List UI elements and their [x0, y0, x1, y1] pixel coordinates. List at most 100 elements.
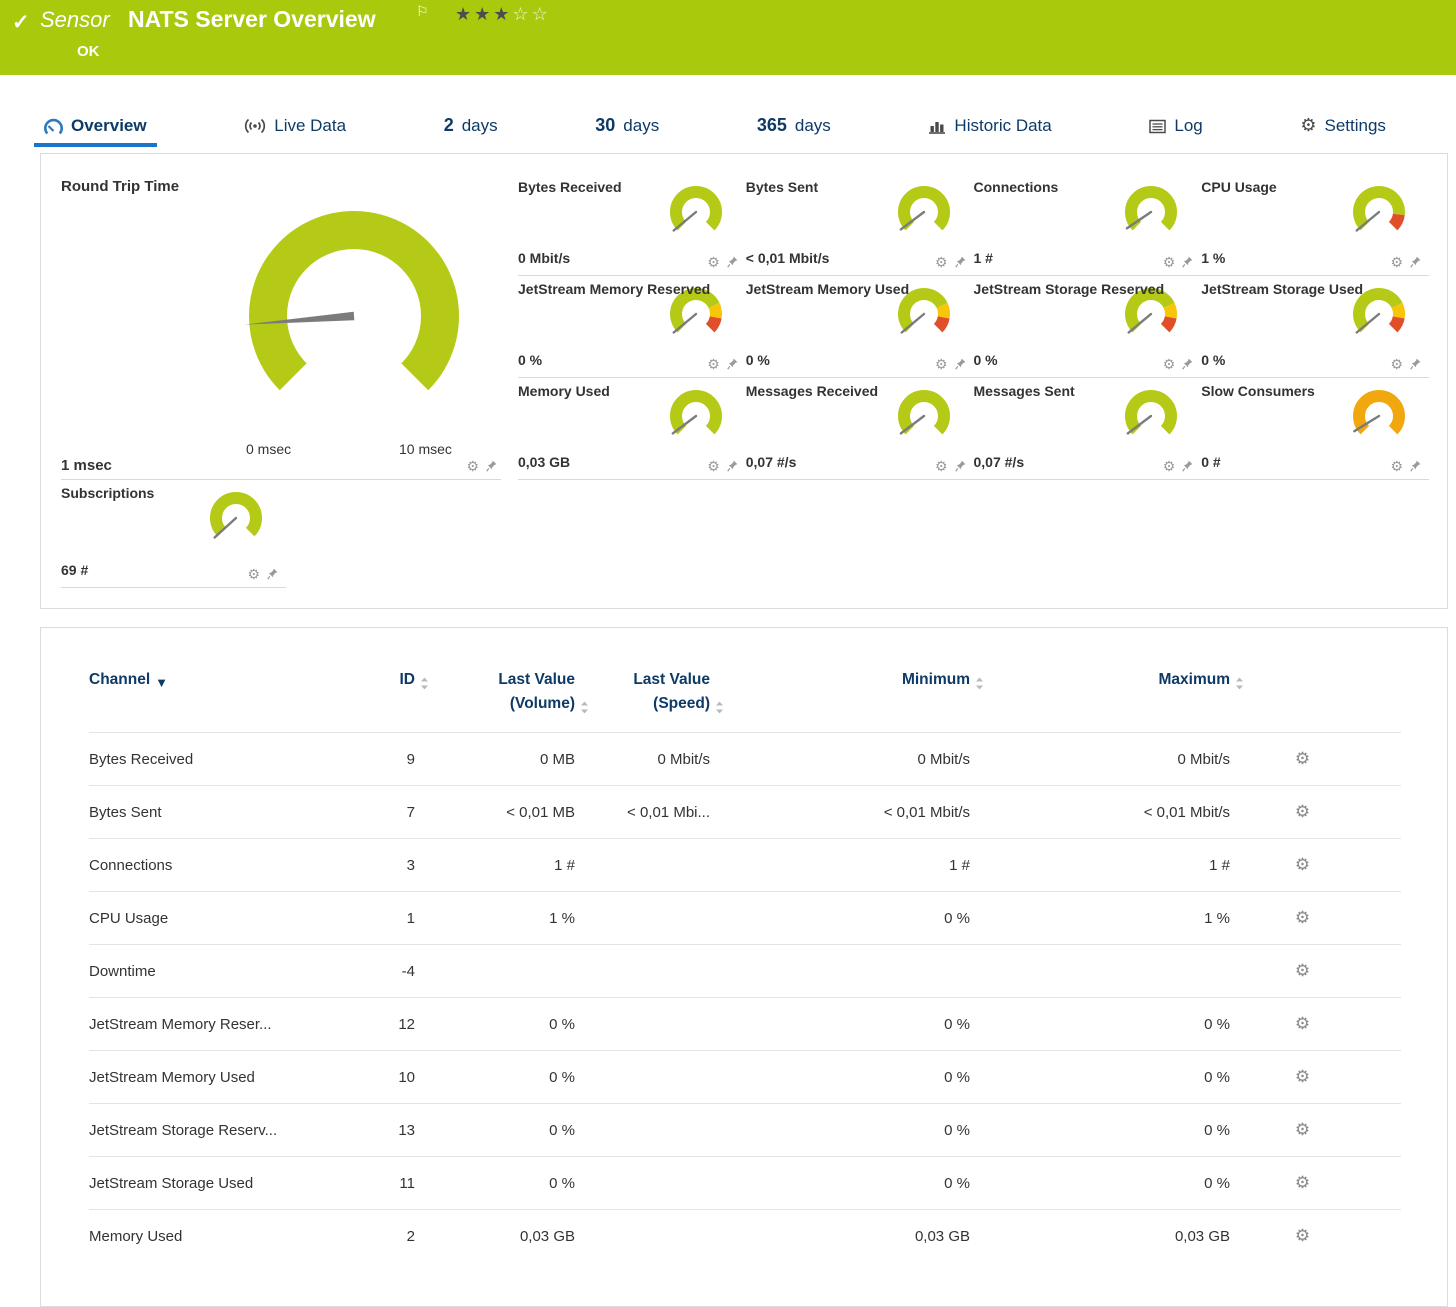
channel-settings-gear-icon[interactable]: ⚙ [1295, 802, 1310, 821]
gear-icon[interactable]: ⚙ [466, 459, 479, 473]
pin-icon[interactable] [486, 460, 497, 472]
tab-30-days[interactable]: 30 days [585, 102, 669, 147]
pin-icon[interactable] [955, 358, 966, 370]
gauge-value: 1 # [974, 250, 993, 266]
gear-icon[interactable]: ⚙ [935, 255, 948, 269]
star-icon[interactable]: ★ [493, 4, 512, 24]
cell-channel: Downtime [89, 945, 329, 998]
pin-icon[interactable] [1410, 460, 1421, 472]
tab-bar: Overview Live Data 2 days 30 days 365 da… [0, 95, 1456, 147]
gear-icon[interactable]: ⚙ [1390, 255, 1403, 269]
star-icon[interactable]: ★ [455, 4, 474, 24]
gear-icon[interactable]: ⚙ [707, 459, 720, 473]
gear-icon[interactable]: ⚙ [1163, 357, 1176, 371]
cell-last-value-speed: 0 Mbit/s [589, 733, 724, 786]
cell-maximum: 0,03 GB [984, 1210, 1244, 1263]
channel-settings-gear-icon[interactable]: ⚙ [1295, 1120, 1310, 1139]
channel-table-body: Bytes Received90 MB0 Mbit/s0 Mbit/s0 Mbi… [89, 733, 1401, 1263]
channels-panel: Channel▼ ID Last Value(Volume) Last Valu… [40, 627, 1448, 1307]
tab-365-days[interactable]: 365 days [747, 102, 841, 147]
pin-icon[interactable] [1182, 256, 1193, 268]
channel-settings-gear-icon[interactable]: ⚙ [1295, 749, 1310, 768]
tab-log[interactable]: Log [1139, 103, 1212, 147]
gauge-chart [660, 386, 732, 453]
gear-icon[interactable]: ⚙ [935, 459, 948, 473]
cell-last-value-speed [589, 1104, 724, 1157]
cell-channel: JetStream Storage Used [89, 1157, 329, 1210]
star-icon[interactable]: ☆ [532, 4, 551, 24]
round-trip-time-cell: Round Trip Time 0 msec 10 msec 1 msec ⚙ [61, 174, 501, 480]
tab-2-days[interactable]: 2 days [434, 102, 508, 147]
pin-icon[interactable] [1182, 358, 1193, 370]
pin-icon[interactable] [267, 568, 278, 580]
channel-row[interactable]: Connections31 #1 #1 #⚙ [89, 839, 1401, 892]
column-header-id[interactable]: ID [329, 668, 429, 733]
channel-row[interactable]: Downtime-4⚙ [89, 945, 1401, 998]
cell-id: 10 [329, 1051, 429, 1104]
gauge-title: CPU Usage [1201, 179, 1276, 195]
flag-icon[interactable]: ⚐ [416, 3, 429, 20]
gear-icon[interactable]: ⚙ [247, 567, 260, 581]
tab-live-data[interactable]: Live Data [234, 103, 356, 147]
pin-icon[interactable] [955, 460, 966, 472]
channel-row[interactable]: Bytes Received90 MB0 Mbit/s0 Mbit/s0 Mbi… [89, 733, 1401, 786]
mini-gauge-cell: CPU Usage1 %⚙ [1201, 174, 1429, 276]
tab-label: Log [1174, 116, 1202, 136]
cell-minimum: < 0,01 Mbit/s [724, 786, 984, 839]
channel-settings-gear-icon[interactable]: ⚙ [1295, 855, 1310, 874]
channel-settings-gear-icon[interactable]: ⚙ [1295, 1226, 1310, 1245]
gauge-value: 69 # [61, 562, 88, 578]
channel-settings-gear-icon[interactable]: ⚙ [1295, 908, 1310, 927]
tab-overview[interactable]: Overview [34, 103, 157, 147]
gauge-title: Connections [974, 179, 1059, 195]
channel-row[interactable]: JetStream Memory Reser...120 %0 %0 %⚙ [89, 998, 1401, 1051]
pin-icon[interactable] [1182, 460, 1193, 472]
channel-settings-gear-icon[interactable]: ⚙ [1295, 961, 1310, 980]
gear-icon[interactable]: ⚙ [1163, 255, 1176, 269]
gauge-arc [888, 182, 960, 244]
gear-icon[interactable]: ⚙ [707, 255, 720, 269]
star-rating[interactable]: ★★★☆☆ [455, 4, 551, 25]
mini-gauge-cell: JetStream Memory Reserved0 %⚙ [518, 276, 746, 378]
tab-settings[interactable]: ⚙ Settings [1290, 102, 1396, 147]
column-header-channel[interactable]: Channel▼ [89, 668, 329, 733]
cell-maximum: 0 % [984, 1104, 1244, 1157]
gear-icon[interactable]: ⚙ [707, 357, 720, 371]
channel-settings-gear-icon[interactable]: ⚙ [1295, 1067, 1310, 1086]
pin-icon[interactable] [727, 460, 738, 472]
pin-icon[interactable] [955, 256, 966, 268]
gear-icon[interactable]: ⚙ [1163, 459, 1176, 473]
cell-maximum: 0 % [984, 998, 1244, 1051]
channel-row[interactable]: Memory Used20,03 GB0,03 GB0,03 GB⚙ [89, 1210, 1401, 1263]
cell-last-value-volume: 0 MB [429, 733, 589, 786]
star-icon[interactable]: ☆ [512, 4, 531, 24]
gear-icon[interactable]: ⚙ [1390, 357, 1403, 371]
gear-icon[interactable]: ⚙ [1390, 459, 1403, 473]
channel-row[interactable]: JetStream Storage Reserv...130 %0 %0 %⚙ [89, 1104, 1401, 1157]
cell-channel: Bytes Received [89, 733, 329, 786]
pin-icon[interactable] [1410, 256, 1421, 268]
column-header-last-value-speed[interactable]: Last Value(Speed) [589, 668, 724, 733]
column-header-maximum[interactable]: Maximum [984, 668, 1244, 733]
channel-row[interactable]: Bytes Sent7< 0,01 MB< 0,01 Mbi...< 0,01 … [89, 786, 1401, 839]
mini-gauge-cell: JetStream Storage Used0 %⚙ [1201, 276, 1429, 378]
cell-minimum: 1 # [724, 839, 984, 892]
column-header-last-value-volume[interactable]: Last Value(Volume) [429, 668, 589, 733]
column-header-minimum[interactable]: Minimum [724, 668, 984, 733]
pin-icon[interactable] [1410, 358, 1421, 370]
channel-row[interactable]: CPU Usage11 %0 %1 %⚙ [89, 892, 1401, 945]
cell-minimum: 0 % [724, 1104, 984, 1157]
channel-settings-gear-icon[interactable]: ⚙ [1295, 1014, 1310, 1033]
pin-icon[interactable] [727, 256, 738, 268]
channel-settings-gear-icon[interactable]: ⚙ [1295, 1173, 1310, 1192]
tab-historic-data[interactable]: Historic Data [918, 103, 1061, 147]
channel-row[interactable]: JetStream Storage Used110 %0 %0 %⚙ [89, 1157, 1401, 1210]
pin-icon[interactable] [727, 358, 738, 370]
channel-row[interactable]: JetStream Memory Used100 %0 %0 %⚙ [89, 1051, 1401, 1104]
gear-icon[interactable]: ⚙ [935, 357, 948, 371]
gauge-title: Slow Consumers [1201, 383, 1315, 399]
gauge-value: 0 % [746, 352, 770, 368]
sort-icon [715, 701, 724, 714]
star-icon[interactable]: ★ [474, 4, 493, 24]
cell-last-value-speed [589, 839, 724, 892]
